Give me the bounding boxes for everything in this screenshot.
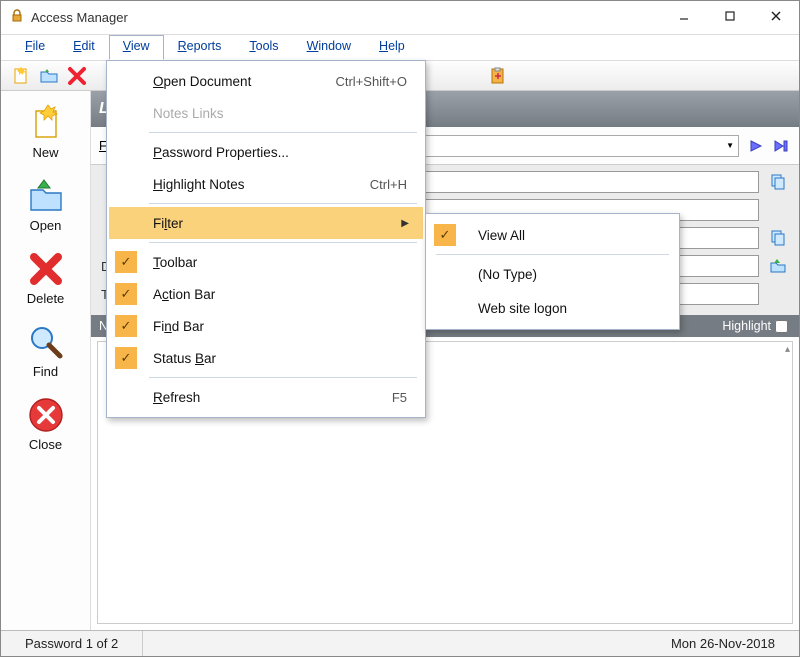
- copy-button-3[interactable]: [767, 227, 789, 249]
- menu-view[interactable]: View: [109, 35, 164, 60]
- separator: [149, 377, 417, 378]
- view-dropdown: Open Document Ctrl+Shift+O Notes Links P…: [106, 60, 426, 418]
- filter-no-type[interactable]: (No Type): [428, 257, 677, 291]
- menu-window[interactable]: Window: [293, 35, 365, 60]
- lock-icon: [9, 8, 25, 27]
- action-close-label: Close: [29, 437, 62, 452]
- check-icon: ✓: [115, 283, 137, 305]
- view-highlight-notes[interactable]: Highlight Notes Ctrl+H: [109, 168, 423, 200]
- shortcut: Ctrl+H: [370, 177, 415, 192]
- status-left: Password 1 of 2: [1, 631, 143, 656]
- menu-help[interactable]: Help: [365, 35, 419, 60]
- close-button[interactable]: [753, 1, 799, 31]
- menu-reports[interactable]: Reports: [164, 35, 236, 60]
- action-open-label: Open: [30, 218, 62, 233]
- find-last-button[interactable]: [773, 137, 791, 155]
- separator: [149, 132, 417, 133]
- view-refresh[interactable]: Refresh F5: [109, 381, 423, 413]
- check-icon: ✓: [115, 347, 137, 369]
- action-open[interactable]: Open: [11, 172, 81, 241]
- view-open-document[interactable]: Open Document Ctrl+Shift+O: [109, 65, 423, 97]
- view-findbar-toggle[interactable]: ✓ Find Bar: [109, 310, 423, 342]
- action-delete[interactable]: Delete: [11, 245, 81, 314]
- filter-view-all[interactable]: ✓ View All: [428, 218, 677, 252]
- toolbar-clipboard-icon[interactable]: [485, 64, 509, 88]
- separator: [436, 254, 669, 255]
- menubar: File Edit View Reports Tools Window Help: [1, 35, 799, 61]
- view-filter[interactable]: Filter ▶: [109, 207, 423, 239]
- submenu-arrow-icon: ▶: [401, 218, 415, 229]
- highlight-checkbox[interactable]: [775, 320, 788, 333]
- action-bar: New Open Delete Find Close: [1, 91, 91, 630]
- check-icon: ✓: [434, 224, 456, 246]
- find-next-button[interactable]: [747, 137, 765, 155]
- shortcut: F5: [392, 390, 415, 405]
- app-window: Access Manager File Edit View Reports To…: [0, 0, 800, 657]
- window-controls: [661, 1, 799, 34]
- status-right: Mon 26-Nov-2018: [647, 631, 799, 656]
- toolbar-open-icon[interactable]: [37, 64, 61, 88]
- action-close[interactable]: Close: [11, 391, 81, 460]
- document-open-button[interactable]: [767, 255, 789, 277]
- view-statusbar-toggle[interactable]: ✓ Status Bar: [109, 342, 423, 374]
- action-find[interactable]: Find: [11, 318, 81, 387]
- action-new-label: New: [32, 145, 58, 160]
- dropdown-arrow-icon: ▼: [726, 141, 734, 150]
- action-new[interactable]: New: [11, 99, 81, 168]
- menu-tools[interactable]: Tools: [235, 35, 292, 60]
- action-find-label: Find: [33, 364, 58, 379]
- filter-submenu: ✓ View All (No Type) Web site logon: [425, 213, 680, 330]
- separator: [149, 203, 417, 204]
- highlight-label: Highlight: [722, 319, 771, 333]
- maximize-button[interactable]: [707, 1, 753, 31]
- view-password-properties[interactable]: Password Properties...: [109, 136, 423, 168]
- view-toolbar-toggle[interactable]: ✓ Toolbar: [109, 246, 423, 278]
- scrollbar-up-icon[interactable]: ▴: [785, 344, 790, 355]
- shortcut: Ctrl+Shift+O: [335, 74, 415, 89]
- view-notes-links: Notes Links: [109, 97, 423, 129]
- separator: [149, 242, 417, 243]
- titlebar: Access Manager: [1, 1, 799, 35]
- action-delete-label: Delete: [27, 291, 65, 306]
- filter-web-site-logon[interactable]: Web site logon: [428, 291, 677, 325]
- toolbar-new-icon[interactable]: [9, 64, 33, 88]
- menu-edit[interactable]: Edit: [59, 35, 109, 60]
- statusbar: Password 1 of 2 Mon 26-Nov-2018: [1, 630, 799, 656]
- menu-file[interactable]: File: [11, 35, 59, 60]
- check-icon: ✓: [115, 315, 137, 337]
- copy-button-1[interactable]: [767, 171, 789, 193]
- minimize-button[interactable]: [661, 1, 707, 31]
- toolbar-delete-icon[interactable]: [65, 64, 89, 88]
- check-icon: ✓: [115, 251, 137, 273]
- view-actionbar-toggle[interactable]: ✓ Action Bar: [109, 278, 423, 310]
- window-title: Access Manager: [31, 10, 661, 25]
